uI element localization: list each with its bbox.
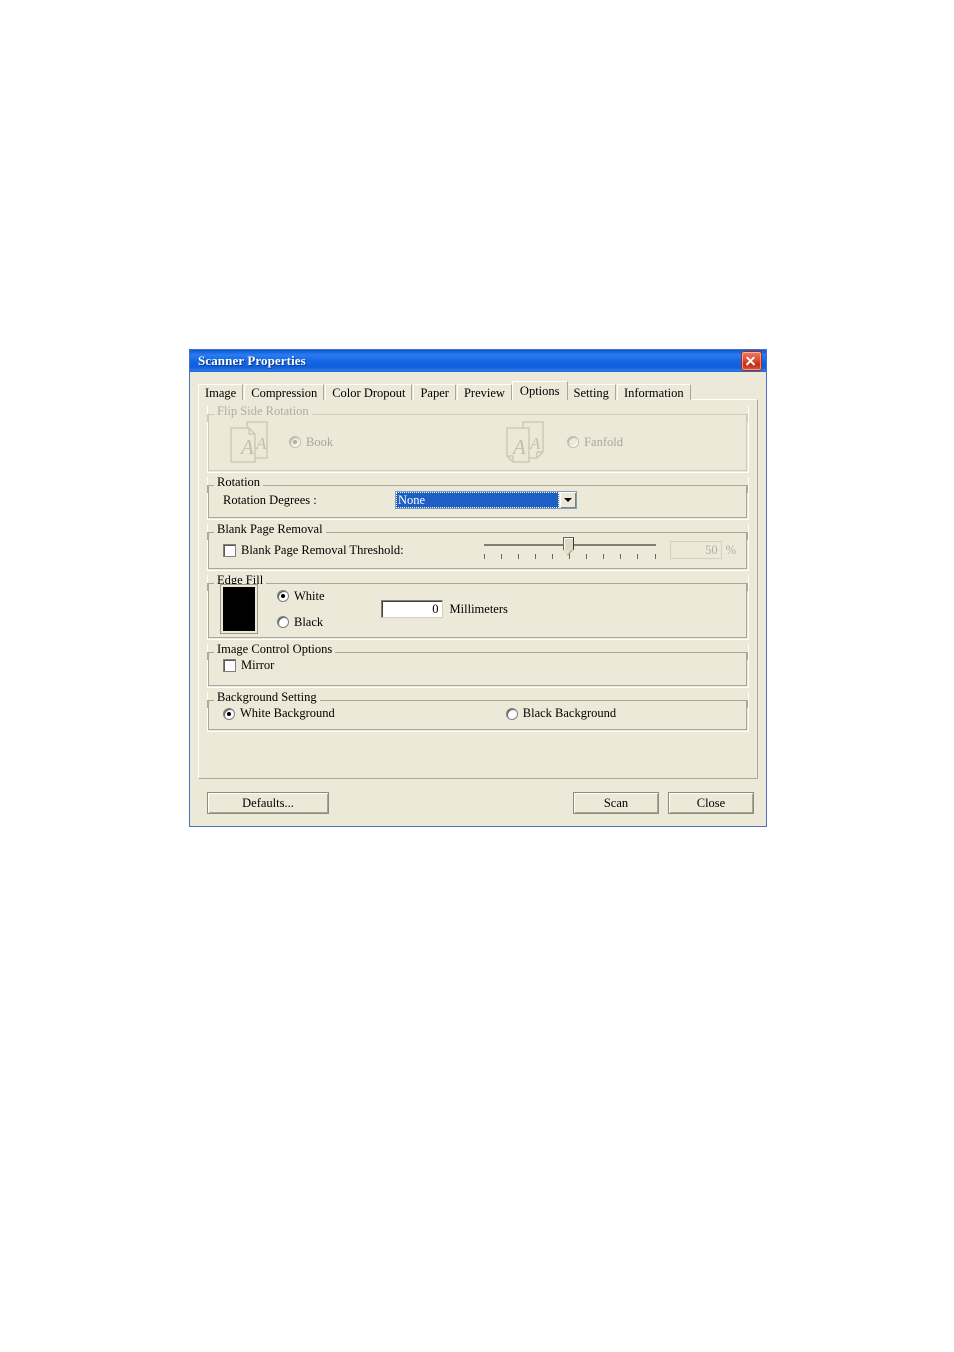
- radio-fanfold-label: Fanfold: [584, 434, 623, 449]
- rotation-degrees-value: None: [396, 492, 559, 508]
- rotation-degrees-select[interactable]: None: [395, 491, 577, 509]
- tab-information[interactable]: Information: [616, 384, 691, 400]
- radio-edge-fill-black-indicator: [277, 616, 289, 628]
- tab-bar: Image Compression Color Dropout Paper Pr…: [198, 380, 766, 400]
- radio-edge-fill-white-indicator: [277, 590, 289, 602]
- group-background-setting: Background Setting White Background Blac…: [207, 691, 749, 732]
- edge-fill-amount-input[interactable]: 0: [380, 600, 443, 618]
- radio-edge-fill-white[interactable]: White: [277, 589, 325, 604]
- scanner-properties-dialog: Scanner Properties Image Compression Col…: [189, 349, 767, 827]
- document-pages-fanfold-icon: A A: [506, 421, 544, 463]
- radio-edge-fill-black-label: Black: [294, 614, 324, 629]
- checkbox-mirror-label: Mirror: [241, 658, 275, 672]
- options-tab-panel: Flip Side Rotation A A Book A A Fanfold …: [198, 399, 758, 779]
- tab-compression[interactable]: Compression: [244, 384, 325, 400]
- defaults-button[interactable]: Defaults...: [207, 792, 329, 814]
- dialog-button-bar: Defaults... Scan Close: [190, 780, 766, 826]
- radio-white-background-indicator: [223, 707, 235, 720]
- group-image-control-options: Image Control Options Mirror: [207, 643, 749, 688]
- radio-edge-fill-black[interactable]: Black: [277, 615, 325, 630]
- rotation-degrees-label: Rotation Degrees :: [223, 492, 317, 507]
- checkbox-mirror[interactable]: Mirror: [223, 658, 274, 673]
- radio-book-label: Book: [306, 434, 334, 449]
- radio-black-background[interactable]: Black Background: [505, 706, 617, 721]
- tab-setting[interactable]: Setting: [566, 384, 616, 400]
- close-button[interactable]: Close: [668, 792, 754, 814]
- checkbox-blank-page-removal-threshold-label: Blank Page Removal Threshold:: [241, 542, 404, 557]
- group-rotation: Rotation Rotation Degrees : None: [207, 476, 749, 520]
- blank-page-threshold-value[interactable]: 50: [669, 541, 722, 559]
- background-spacer: [335, 706, 506, 721]
- tab-options[interactable]: Options: [511, 381, 568, 400]
- group-flip-side-rotation: Flip Side Rotation A A Book A A Fanfold: [207, 405, 749, 473]
- tab-paper[interactable]: Paper: [413, 384, 456, 400]
- radio-white-background-label: White Background: [240, 706, 335, 720]
- group-blank-page-removal: Blank Page Removal Blank Page Removal Th…: [207, 523, 749, 571]
- svg-text:A: A: [511, 435, 526, 459]
- flip-option-fanfold: A A Fanfold: [501, 418, 623, 466]
- window-title: Scanner Properties: [198, 353, 306, 368]
- percent-symbol: %: [725, 542, 736, 557]
- slider-tick-marks: [483, 554, 656, 560]
- blank-page-threshold-slider[interactable]: [483, 536, 656, 564]
- radio-book-indicator: [289, 436, 301, 448]
- scan-button[interactable]: Scan: [573, 792, 659, 814]
- edge-fill-unit-label: Millimeters: [449, 601, 508, 616]
- radio-fanfold[interactable]: Fanfold: [567, 435, 623, 450]
- checkbox-mirror-box: [223, 659, 236, 672]
- group-edge-fill: Edge Fill White Black 0 Millimeters: [207, 574, 749, 640]
- chevron-down-icon[interactable]: [559, 492, 576, 508]
- radio-edge-fill-white-label: White: [294, 588, 325, 603]
- tab-preview[interactable]: Preview: [456, 384, 512, 400]
- checkbox-blank-page-removal-threshold-box: [223, 543, 236, 557]
- svg-text:A: A: [529, 434, 541, 453]
- flip-option-book: A A Book: [223, 418, 333, 466]
- radio-black-background-indicator: [505, 707, 518, 720]
- window-titlebar[interactable]: Scanner Properties: [190, 350, 766, 372]
- tab-color-dropout[interactable]: Color Dropout: [325, 384, 413, 400]
- radio-white-background[interactable]: White Background: [223, 706, 335, 721]
- radio-book[interactable]: Book: [289, 435, 333, 450]
- tab-image[interactable]: Image: [198, 384, 244, 400]
- close-icon[interactable]: [741, 351, 762, 371]
- radio-fanfold-indicator: [567, 436, 580, 448]
- svg-text:A: A: [239, 435, 254, 459]
- checkbox-blank-page-removal-threshold[interactable]: Blank Page Removal Threshold:: [223, 543, 404, 558]
- svg-text:A: A: [255, 434, 267, 453]
- edge-fill-color-swatch[interactable]: [223, 587, 255, 631]
- radio-black-background-label: Black Background: [522, 706, 617, 720]
- document-pages-book-icon: A A: [230, 421, 268, 463]
